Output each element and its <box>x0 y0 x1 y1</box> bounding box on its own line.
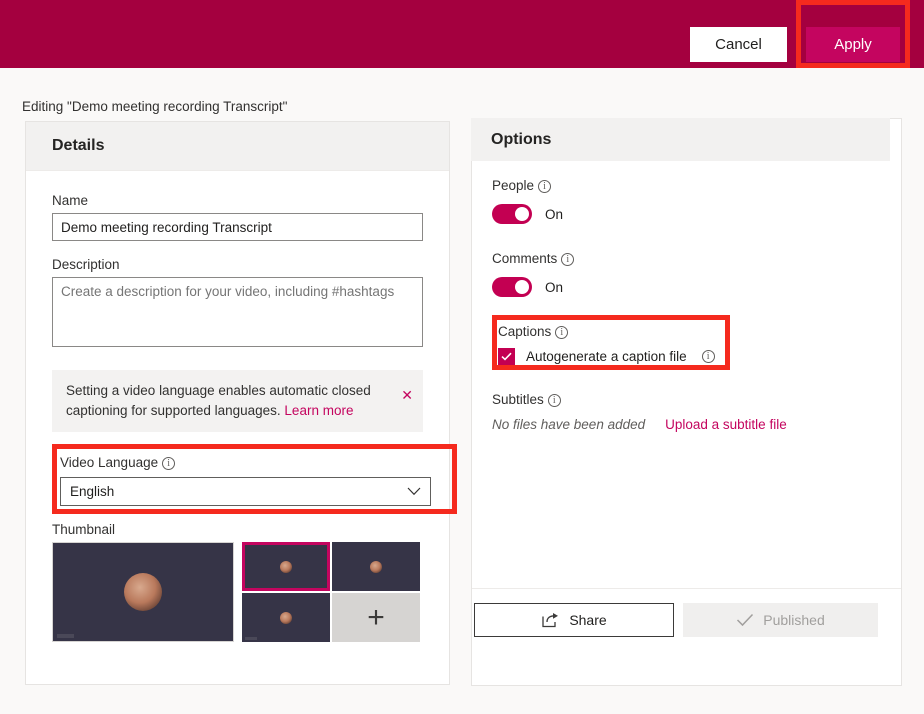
thumbnail-label: Thumbnail <box>52 522 116 538</box>
header-actions: Cancel Apply <box>690 0 910 72</box>
close-icon[interactable]: ✕ <box>401 388 413 402</box>
toggle-knob <box>515 207 529 221</box>
info-icon[interactable]: i <box>701 350 715 363</box>
description-label: Description <box>52 257 120 272</box>
comments-toggle-row: On <box>492 277 901 297</box>
autogenerate-caption-row[interactable]: Autogenerate a caption file i <box>498 348 736 365</box>
toggle-knob <box>515 280 529 294</box>
details-title: Details <box>52 137 105 154</box>
captions-label: Captions <box>498 324 552 339</box>
learn-more-link[interactable]: Learn more <box>284 403 353 418</box>
plus-icon: + <box>367 600 385 634</box>
video-language-inner: Video Language i English <box>60 448 465 507</box>
comments-toggle[interactable] <box>492 277 532 297</box>
video-language-value: English <box>70 484 115 500</box>
published-button: Published <box>683 603 878 637</box>
name-input[interactable] <box>52 213 423 241</box>
apply-button-wrapper: Apply <box>796 0 910 72</box>
top-action-bar: Cancel Apply <box>0 0 924 68</box>
captions-label-row: Captions i <box>498 323 736 341</box>
check-icon <box>736 613 754 627</box>
people-option: People i On <box>492 177 901 224</box>
people-label: People <box>492 178 535 193</box>
language-notice: Setting a video language enables automat… <box>52 370 423 433</box>
video-edit-page: Cancel Apply Editing "Demo meeting recor… <box>0 0 924 714</box>
options-card: People i On Comments i On Captions i Aut… <box>471 118 902 686</box>
subtitles-option: Subtitles i No files have been added Uplo… <box>492 391 901 432</box>
captions-inner: Captions i Autogenerate a caption file i <box>498 323 736 365</box>
video-language-label: Video Language <box>60 455 159 471</box>
published-button-label: Published <box>763 612 825 628</box>
info-icon[interactable]: i <box>547 394 561 407</box>
people-toggle[interactable] <box>492 204 532 224</box>
comments-toggle-state: On <box>545 279 564 295</box>
subtitles-status-row: No files have been added Upload a subtit… <box>492 417 901 432</box>
cancel-button[interactable]: Cancel <box>690 27 787 62</box>
comments-label: Comments <box>492 251 558 266</box>
options-card-header: Options <box>471 118 890 161</box>
share-icon <box>541 612 560 628</box>
thumbnail-row: + <box>52 542 423 643</box>
apply-button[interactable]: Apply <box>806 27 900 62</box>
details-card: Details Name Description Setting a video… <box>25 121 457 685</box>
avatar <box>124 573 162 612</box>
description-input[interactable] <box>52 277 423 347</box>
captions-option: Captions i Autogenerate a caption file i <box>492 315 736 370</box>
autogenerate-caption-checkbox[interactable] <box>498 348 515 365</box>
share-button-label: Share <box>569 612 607 628</box>
share-button[interactable]: Share <box>474 603 674 637</box>
details-card-header: Details <box>26 122 449 171</box>
options-card-body: People i On Comments i On Captions i Aut… <box>472 119 901 685</box>
thumbnail-option-1[interactable] <box>242 542 330 592</box>
options-title: Options <box>491 130 552 148</box>
comments-label-row: Comments i <box>492 250 901 268</box>
language-notice-text: Setting a video language enables automat… <box>66 381 384 420</box>
info-icon[interactable]: i <box>555 326 569 339</box>
avatar <box>370 560 382 573</box>
thumbnail-preview[interactable] <box>52 542 234 643</box>
subtitles-empty-text: No files have been added <box>492 417 646 432</box>
video-language-label-row: Video Language i <box>60 454 465 472</box>
info-icon[interactable]: i <box>162 457 176 471</box>
info-icon[interactable]: i <box>538 180 552 193</box>
video-language-select[interactable]: English <box>60 477 431 507</box>
info-icon[interactable]: i <box>561 253 575 266</box>
video-language-block: Video Language i English <box>52 444 465 515</box>
thumbnail-options-grid: + <box>242 542 420 643</box>
add-thumbnail-button[interactable]: + <box>332 593 420 643</box>
options-footer: Share Published <box>472 588 901 637</box>
autogenerate-caption-label: Autogenerate a caption file <box>526 349 687 364</box>
avatar <box>280 611 292 624</box>
chevron-down-icon <box>407 487 421 496</box>
avatar <box>280 560 292 573</box>
details-card-body: Name Description Setting a video languag… <box>26 171 457 643</box>
thumbnail-option-3[interactable] <box>242 593 330 643</box>
editing-title: Editing "Demo meeting recording Transcri… <box>22 99 288 114</box>
thumbnail-timestamp <box>57 634 74 639</box>
thumbnail-timestamp <box>245 637 257 641</box>
upload-subtitle-link[interactable]: Upload a subtitle file <box>665 417 787 432</box>
subtitles-label: Subtitles <box>492 392 544 407</box>
check-icon <box>501 352 512 361</box>
subtitles-label-row: Subtitles i <box>492 391 901 409</box>
comments-option: Comments i On <box>492 250 901 297</box>
people-toggle-state: On <box>545 206 564 222</box>
people-label-row: People i <box>492 177 901 195</box>
thumbnail-option-2[interactable] <box>332 542 420 592</box>
people-toggle-row: On <box>492 204 901 224</box>
name-label: Name <box>52 193 89 208</box>
